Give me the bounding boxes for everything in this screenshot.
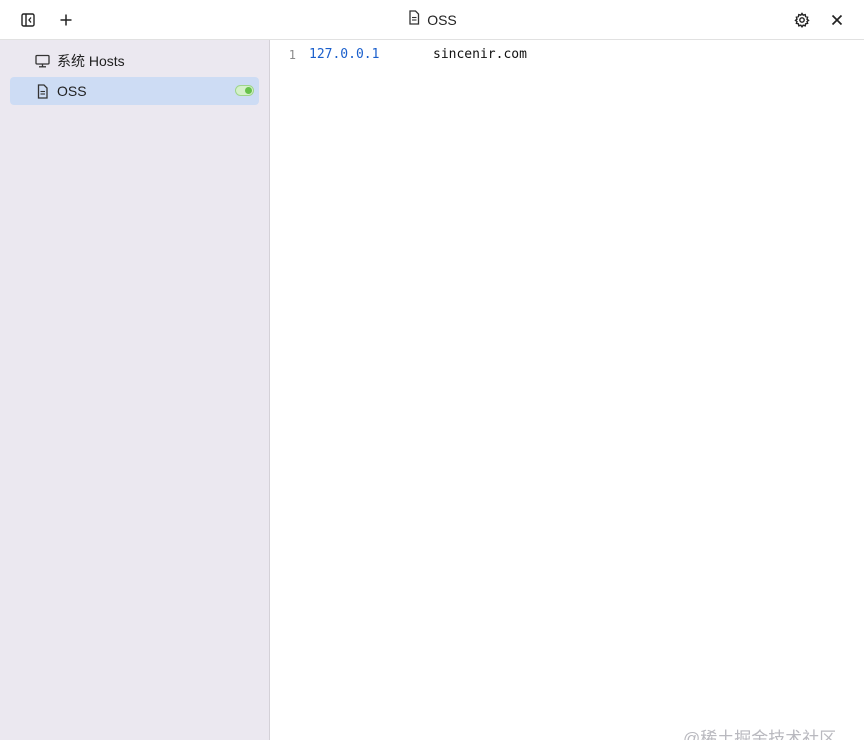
gear-icon <box>794 12 810 28</box>
file-icon <box>34 83 50 99</box>
enable-toggle[interactable] <box>235 85 254 96</box>
settings-button[interactable] <box>790 8 814 32</box>
sidebar-item-label: OSS <box>57 83 87 99</box>
sidebar-item-label: 系统 Hosts <box>57 53 125 69</box>
plus-icon <box>59 13 73 27</box>
toggle-knob <box>245 87 252 94</box>
sidebar-item-system-hosts[interactable]: 系统 Hosts <box>10 47 259 75</box>
close-icon <box>831 14 843 26</box>
sidebar-toggle-icon <box>21 13 35 27</box>
monitor-icon <box>34 53 50 69</box>
window-title-text: OSS <box>427 12 457 28</box>
window-title: OSS <box>0 0 864 40</box>
watermark: @稀土掘金技术社区 <box>683 729 837 740</box>
close-button[interactable] <box>825 8 849 32</box>
hosts-list: 系统 Hosts OSS <box>10 47 259 107</box>
sidebar: 系统 Hosts OSS <box>0 40 270 740</box>
line-number: 1 <box>288 48 296 62</box>
hostname: sincenir.com <box>433 47 527 62</box>
add-hosts-button[interactable] <box>54 8 78 32</box>
sidebar-item-oss[interactable]: OSS <box>10 77 259 105</box>
app-window: OSS 系统 Hosts OSS 1 127.0.0.1 sincenir.co… <box>0 0 864 740</box>
hosts-editor[interactable]: 1 127.0.0.1 sincenir.com <box>270 40 864 740</box>
toggle-sidebar-button[interactable] <box>16 8 40 32</box>
title-bar: OSS <box>0 0 864 40</box>
file-icon <box>407 10 421 30</box>
ip-address: 127.0.0.1 <box>309 47 380 62</box>
editor-line: 1 127.0.0.1 sincenir.com <box>270 47 864 63</box>
